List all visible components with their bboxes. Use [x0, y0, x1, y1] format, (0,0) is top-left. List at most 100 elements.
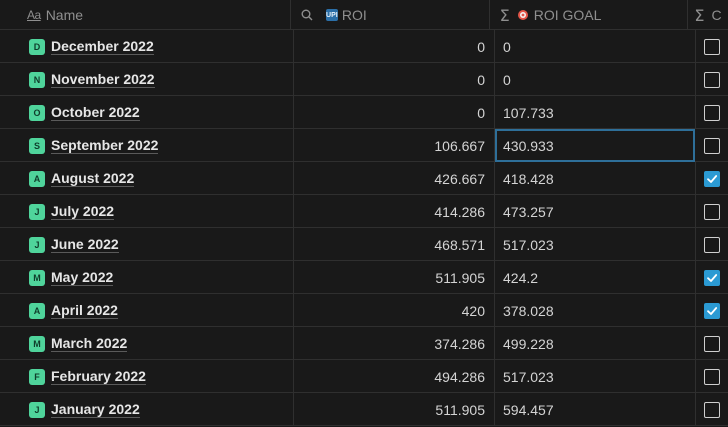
roi-goal-cell[interactable]: 517.023 [495, 228, 696, 261]
checkbox[interactable] [704, 236, 720, 253]
roi-cell[interactable]: 374.286 [294, 327, 495, 360]
roi-cell[interactable]: 0 [294, 63, 495, 96]
table-row[interactable]: J June 2022 468.571 517.023 [0, 228, 728, 261]
table-row[interactable]: J January 2022 511.905 594.457 [0, 393, 728, 426]
checkbox-cell[interactable] [696, 96, 728, 129]
database-table: Aa Name UPI ROI Σ ROI GOAL Σ C D December… [0, 0, 728, 426]
name-cell[interactable]: J July 2022 [0, 195, 294, 228]
row-title-link[interactable]: June 2022 [51, 236, 119, 253]
roi-cell[interactable]: 106.667 [294, 129, 495, 162]
page-icon: M [29, 335, 45, 352]
row-title-link[interactable]: January 2022 [51, 401, 140, 418]
row-title-link[interactable]: April 2022 [51, 302, 118, 319]
row-title-link[interactable]: December 2022 [51, 38, 154, 55]
roi-cell[interactable]: 511.905 [294, 393, 495, 426]
checkbox[interactable] [704, 170, 720, 187]
name-cell[interactable]: S September 2022 [0, 129, 294, 162]
table-row[interactable]: O October 2022 0 107.733 [0, 96, 728, 129]
checkbox-cell[interactable] [696, 393, 728, 426]
roi-goal-cell[interactable]: 594.457 [495, 393, 696, 426]
row-title-link[interactable]: October 2022 [51, 104, 140, 121]
roi-goal-cell[interactable]: 418.428 [495, 162, 696, 195]
checkbox-cell[interactable] [696, 30, 728, 63]
checkbox[interactable] [704, 203, 720, 220]
roi-cell[interactable]: 494.286 [294, 360, 495, 393]
roi-goal-value: 473.257 [503, 203, 554, 220]
roi-goal-value: 517.023 [503, 236, 554, 253]
checkbox-cell[interactable] [696, 327, 728, 360]
roi-cell[interactable]: 468.571 [294, 228, 495, 261]
column-header-roi[interactable]: UPI ROI [291, 0, 490, 30]
roi-goal-cell[interactable]: 0 [495, 63, 696, 96]
checkbox-cell[interactable] [696, 129, 728, 162]
name-cell[interactable]: M May 2022 [0, 261, 294, 294]
checkbox[interactable] [704, 335, 720, 352]
row-title-link[interactable]: September 2022 [51, 137, 159, 154]
checkbox[interactable] [704, 368, 720, 385]
checkbox[interactable] [704, 269, 720, 286]
checkbox-cell[interactable] [696, 294, 728, 327]
roi-goal-cell[interactable]: 424.2 [495, 261, 696, 294]
roi-cell[interactable]: 414.286 [294, 195, 495, 228]
table-row[interactable]: D December 2022 0 0 [0, 30, 728, 63]
checkbox-cell[interactable] [696, 360, 728, 393]
row-title-link[interactable]: July 2022 [51, 203, 115, 220]
roi-value: 106.667 [434, 137, 485, 154]
table-row[interactable]: J July 2022 414.286 473.257 [0, 195, 728, 228]
roi-goal-cell[interactable]: 430.933 [495, 129, 696, 162]
table-row[interactable]: S September 2022 106.667 430.933 [0, 129, 728, 162]
checkbox[interactable] [704, 401, 720, 418]
table-row[interactable]: A August 2022 426.667 418.428 [0, 162, 728, 195]
name-cell[interactable]: D December 2022 [0, 30, 294, 63]
name-cell[interactable]: N November 2022 [0, 63, 294, 96]
roi-cell[interactable]: 0 [294, 30, 495, 63]
table-row[interactable]: A April 2022 420 378.028 [0, 294, 728, 327]
row-title-link[interactable]: February 2022 [51, 368, 146, 385]
checkbox-cell[interactable] [696, 162, 728, 195]
checkbox[interactable] [704, 71, 720, 88]
column-label-name: Name [45, 7, 84, 23]
table-row[interactable]: F February 2022 494.286 517.023 [0, 360, 728, 393]
roi-cell[interactable]: 426.667 [294, 162, 495, 195]
column-header-roi-goal[interactable]: Σ ROI GOAL [490, 0, 689, 30]
roi-goal-cell[interactable]: 0 [495, 30, 696, 63]
name-cell[interactable]: A April 2022 [0, 294, 294, 327]
checkbox-cell[interactable] [696, 228, 728, 261]
roi-goal-cell[interactable]: 473.257 [495, 195, 696, 228]
roi-goal-cell[interactable]: 517.023 [495, 360, 696, 393]
row-title-link[interactable]: March 2022 [51, 335, 128, 352]
roi-goal-cell[interactable]: 378.028 [495, 294, 696, 327]
checkbox[interactable] [704, 137, 720, 154]
checkbox[interactable] [704, 38, 720, 55]
page-icon: A [29, 170, 45, 187]
roi-value: 468.571 [434, 236, 485, 253]
roi-cell[interactable]: 0 [294, 96, 495, 129]
row-title-link[interactable]: November 2022 [51, 71, 155, 88]
roi-goal-cell[interactable]: 107.733 [495, 96, 696, 129]
table-row[interactable]: M March 2022 374.286 499.228 [0, 327, 728, 360]
page-icon: J [29, 236, 45, 253]
roi-value: 374.286 [434, 335, 485, 352]
name-cell[interactable]: O October 2022 [0, 96, 294, 129]
name-cell[interactable]: F February 2022 [0, 360, 294, 393]
column-label-roi-goal: ROI GOAL [533, 7, 602, 23]
row-title-link[interactable]: May 2022 [51, 269, 114, 286]
checkbox-cell[interactable] [696, 261, 728, 294]
name-cell[interactable]: J June 2022 [0, 228, 294, 261]
name-cell[interactable]: M March 2022 [0, 327, 294, 360]
column-header-checkbox[interactable]: Σ C [688, 0, 728, 30]
roi-cell[interactable]: 511.905 [294, 261, 495, 294]
check-icon [707, 174, 718, 183]
table-row[interactable]: M May 2022 511.905 424.2 [0, 261, 728, 294]
checkbox-cell[interactable] [696, 195, 728, 228]
row-title-link[interactable]: August 2022 [51, 170, 135, 187]
checkbox-cell[interactable] [696, 63, 728, 96]
table-row[interactable]: N November 2022 0 0 [0, 63, 728, 96]
roi-goal-cell[interactable]: 499.228 [495, 327, 696, 360]
checkbox[interactable] [704, 302, 720, 319]
roi-cell[interactable]: 420 [294, 294, 495, 327]
name-cell[interactable]: A August 2022 [0, 162, 294, 195]
checkbox[interactable] [704, 104, 720, 121]
column-header-name[interactable]: Aa Name [0, 0, 291, 30]
name-cell[interactable]: J January 2022 [0, 393, 294, 426]
